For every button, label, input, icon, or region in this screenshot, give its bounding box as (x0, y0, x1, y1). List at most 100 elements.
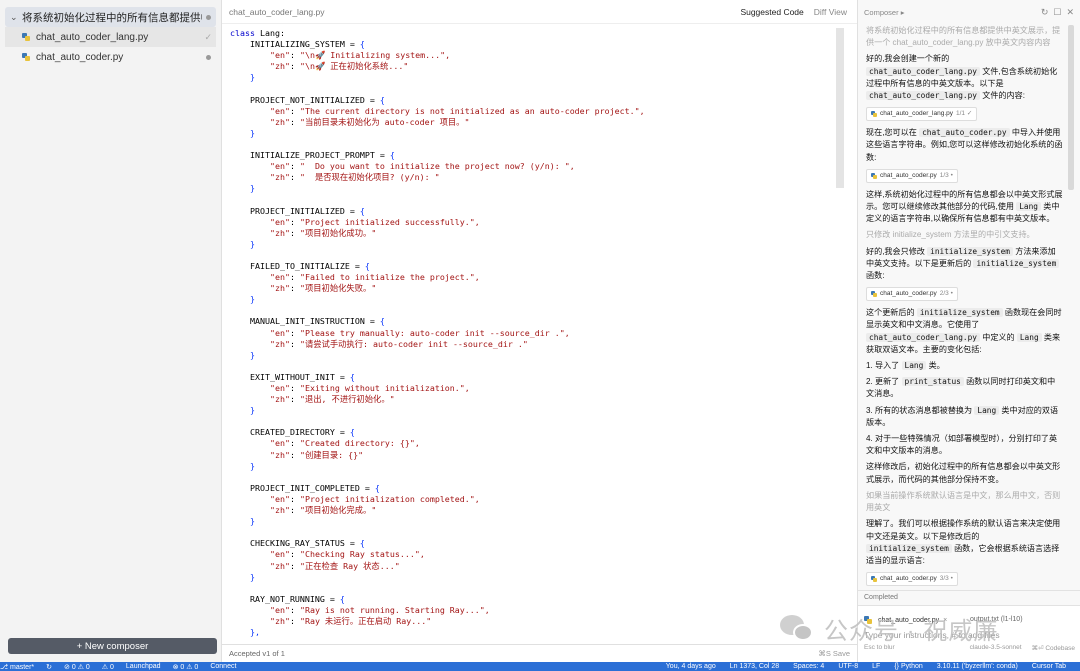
code-line: } (249, 571, 255, 582)
code-line: "en": "Ray is not running. Starting Ray.… (269, 604, 490, 615)
code-line: "zh": "当前目录未初始化为 auto-coder 项目。" (269, 116, 470, 127)
codebase-button[interactable]: ⌘⏎ Codebase (1032, 644, 1075, 652)
branch-indicator[interactable]: ⎇ master* (0, 663, 34, 671)
sync-icon[interactable]: ↻ (46, 663, 52, 671)
code-line: "en": "Failed to initialize the project.… (269, 272, 480, 283)
composer-session-item[interactable]: ⌄ 将系统初始化过程中的所有信息都提供中英文展… (5, 7, 216, 27)
python-file-icon (22, 53, 30, 61)
python-file-icon (871, 111, 877, 118)
problems-indicator[interactable]: ⊘ 0 ⚠ 0 (64, 663, 90, 671)
code-line: "en": "\n🚀 Initializing system...", (269, 50, 451, 61)
code-block-chip[interactable]: chat_auto_coder.py 2/3 • (866, 287, 958, 302)
python-file-icon (871, 172, 877, 179)
assistant-message: 这样修改后，初始化过程中的所有信息都会以中英文形式展示，而代码的其他部分保持不变… (866, 462, 1061, 484)
list-item: 2. 更新了 print_status 函数以同时打印英文和中文消息。 (866, 377, 1056, 399)
code-line: } (249, 238, 255, 249)
assistant-message: 好的,我会只修改 initialize_system 方法来添加中英文支持。以下… (866, 246, 1063, 283)
close-icon[interactable]: ✕ (1066, 7, 1074, 18)
code-line: "zh": "创建目录: {}" (269, 449, 364, 460)
code-line: "en": "Exiting without initialization.", (269, 383, 470, 393)
launchpad-button[interactable]: Launchpad (126, 663, 161, 670)
code-line: "en": "Checking Ray status...", (269, 549, 425, 560)
save-button[interactable]: ⌘S Save (818, 649, 850, 658)
composer-conversation: 将系统初始化过程中的所有信息都提供中英文展示，提供一个 chat_auto_co… (866, 25, 1063, 592)
encoding[interactable]: UTF-8 (838, 663, 858, 670)
code-line: MANUAL_INIT_INSTRUCTION = { (230, 316, 385, 327)
code-line: } (249, 460, 255, 471)
editor-scrollbar[interactable] (836, 28, 844, 188)
code-line: INITIALIZING_SYSTEM = { (230, 39, 365, 50)
code-editor: chat_auto_coder_lang.py Suggested Code D… (222, 0, 857, 662)
watermark: 公众号 · 祝威廉 (780, 611, 998, 646)
user-prompt: 如果当前操作系统默认语言是中文，那么用中文，否则用英文 (866, 490, 1061, 513)
composer-scrollbar[interactable] (1068, 25, 1074, 190)
indent-setting[interactable]: Spaces: 4 (793, 663, 824, 670)
list-item: 3. 所有的状态消息都被替换为 Lang 类中对应的双语版本。 (866, 405, 1059, 427)
assistant-message: 理解了。我们可以根据操作系统的默认语言来决定使用中文还是英文。以下是修改后的 i… (866, 519, 1061, 565)
new-composer-button[interactable]: + New composer (8, 638, 217, 654)
code-line: "zh": "项目初始化失败。" (269, 283, 377, 294)
blame-info[interactable]: You, 4 days ago (666, 663, 716, 670)
code-line: class Lang: (230, 28, 285, 38)
ports-indicator[interactable]: ⊗ 0 ⚠ 0 (173, 663, 199, 671)
warnings-indicator[interactable]: ⚠ 0 (102, 663, 114, 671)
code-line: PROJECT_INITIALIZED = { (230, 205, 365, 216)
status-right-group: You, 4 days ago Ln 1373, Col 28 Spaces: … (666, 663, 1080, 670)
sidebar-file-coder[interactable]: chat_auto_coder.py (5, 47, 216, 67)
cursor-tab[interactable]: Cursor Tab (1032, 663, 1066, 670)
tab-suggested-code[interactable]: Suggested Code (740, 7, 803, 17)
user-prompt: 将系统初始化过程中的所有信息都提供中英文展示，提供一个 chat_auto_co… (866, 26, 1061, 48)
code-line: "zh": " 是否现在初始化项目? (y/n): " (269, 172, 440, 183)
code-line: FAILED_TO_INITIALIZE = { (230, 260, 370, 271)
unsaved-dot-icon (206, 14, 211, 20)
composer-history-sidebar: ⌄ 将系统初始化过程中的所有信息都提供中英文展… chat_auto_coder… (0, 0, 222, 662)
python-file-icon (22, 33, 30, 41)
python-interpreter[interactable]: 3.10.11 ('byzerllm': conda) (937, 663, 1018, 670)
code-line: "en": "Created directory: {}", (269, 438, 420, 449)
code-line: "en": "Project initialization completed.… (269, 493, 480, 504)
code-line: } (249, 183, 255, 194)
code-line: } (249, 294, 255, 305)
cursor-position[interactable]: Ln 1373, Col 28 (730, 663, 779, 670)
session-title: 将系统初始化过程中的所有信息都提供中英文展… (22, 11, 202, 24)
sidebar-file-lang[interactable]: chat_auto_coder_lang.py ✓ (5, 27, 216, 47)
code-line: "zh": "正在检查 Ray 状态..." (269, 560, 400, 571)
code-line: } (249, 516, 255, 527)
code-line: } (249, 127, 255, 138)
code-content[interactable]: class Lang: INITIALIZING_SYSTEM = { "en"… (230, 28, 820, 638)
status-bar: ⎇ master* ↻ ⊘ 0 ⚠ 0 ⚠ 0 Launchpad ⊗ 0 ⚠ … (0, 662, 1080, 671)
editor-filename: chat_auto_coder_lang.py (229, 6, 325, 17)
python-file-icon (871, 291, 877, 298)
connect-button[interactable]: Connect (210, 663, 236, 670)
maximize-icon[interactable]: ☐ (1053, 7, 1061, 18)
language-mode[interactable]: {} Python (894, 663, 922, 670)
refresh-icon[interactable]: ↻ (1041, 7, 1049, 18)
assistant-message: 好的,我会创建一个新的 chat_auto_coder_lang.py 文件,包… (866, 54, 1058, 101)
code-line: "zh": "项目初始化完成。" (269, 505, 377, 516)
code-line: }, (249, 627, 260, 638)
editor-header: chat_auto_coder_lang.py Suggested Code D… (222, 0, 857, 24)
editor-footer: Accepted v1 of 1 ⌘S Save (222, 644, 857, 661)
code-line: "en": "The current directory is not init… (269, 105, 645, 116)
code-line: "zh": "Ray 未运行。正在启动 Ray..." (269, 615, 432, 626)
completion-status: Completed (858, 590, 1080, 605)
composer-panel: Composer ▸ ↻ ☐ ✕ 将系统初始化过程中的所有信息都提供中英文展示，… (857, 0, 1080, 662)
composer-title: Composer ▸ (864, 7, 905, 17)
tab-diff-view[interactable]: Diff View (814, 7, 847, 17)
code-block-chip[interactable]: chat_auto_coder.py 1/3 • (866, 168, 958, 183)
assistant-message: 现在,您可以在 chat_auto_coder.py 中导入并使用这些语言字符串… (866, 128, 1063, 162)
chevron-down-icon[interactable]: ⌄ (10, 12, 22, 23)
line-ending[interactable]: LF (872, 663, 880, 670)
code-line: PROJECT_NOT_INITIALIZED = { (230, 94, 385, 105)
code-block-chip[interactable]: chat_auto_coder_lang.py 1/1 ✓ (866, 107, 978, 122)
wechat-logo-icon (780, 614, 814, 643)
code-block-chip[interactable]: chat_auto_coder.py 3/3 • (866, 572, 958, 587)
python-file-icon (871, 576, 877, 583)
modified-dot-icon (206, 54, 211, 60)
code-line: } (249, 405, 255, 416)
